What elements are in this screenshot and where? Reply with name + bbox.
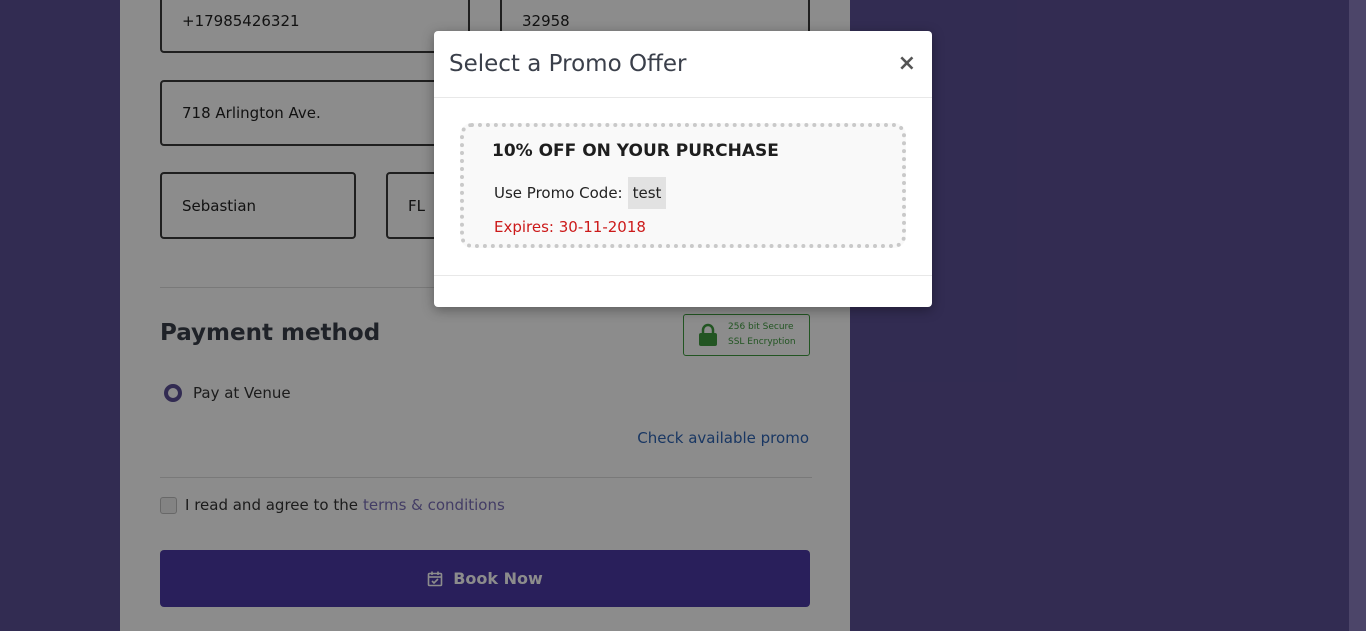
- promo-code-row: Use Promo Code: test: [494, 177, 667, 209]
- modal-title: Select a Promo Offer: [449, 51, 687, 77]
- close-icon[interactable]: ×: [898, 51, 916, 76]
- modal-header: Select a Promo Offer ×: [434, 31, 932, 98]
- promo-code-label: Use Promo Code:: [494, 184, 623, 202]
- promo-code: test: [627, 177, 667, 209]
- promo-modal: Select a Promo Offer × 10% OFF ON YOUR P…: [434, 31, 932, 307]
- offer-expiry: Expires: 30-11-2018: [494, 218, 646, 236]
- modal-footer: [434, 275, 932, 276]
- promo-coupon[interactable]: 10% OFF ON YOUR PURCHASE Use Promo Code:…: [460, 123, 906, 248]
- offer-title: 10% OFF ON YOUR PURCHASE: [492, 141, 779, 161]
